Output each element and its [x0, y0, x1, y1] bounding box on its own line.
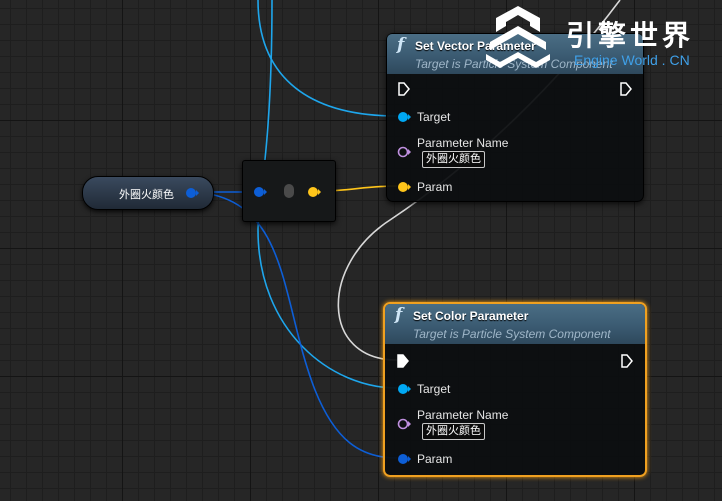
exec-output-pin[interactable] [620, 82, 632, 96]
param-pin[interactable] [397, 453, 411, 465]
function-icon: f [397, 35, 405, 55]
parameter-name-label: Parameter Name [417, 136, 509, 150]
color-param-wire [195, 191, 398, 459]
node-subtitle: Target is Particle System Component [413, 327, 611, 341]
param-label: Param [417, 452, 453, 466]
param-label: Param [417, 180, 453, 194]
variable-node[interactable]: 外圈火颜色 [82, 176, 214, 210]
param-pin[interactable] [397, 181, 411, 193]
variable-label: 外圈火颜色 [119, 189, 174, 201]
set-color-parameter-node[interactable]: f Set Color Parameter Target is Particle… [383, 302, 647, 477]
target-label: Target [417, 110, 451, 124]
function-icon: f [395, 305, 403, 325]
conversion-icon [284, 184, 294, 198]
conversion-node[interactable] [242, 160, 336, 222]
engine-world-watermark: 引擎世界 Engine World . CN [478, 2, 722, 76]
parameter-name-input[interactable]: 外圈火颜色 [422, 151, 485, 168]
engine-world-logo-icon [486, 6, 550, 68]
conversion-output-pin[interactable] [307, 186, 321, 198]
watermark-chinese-text: 引擎世界 [566, 20, 695, 51]
watermark-english-text: Engine World . CN [574, 52, 690, 68]
conversion-input-pin[interactable] [253, 186, 267, 198]
exec-output-pin[interactable] [621, 354, 633, 368]
variable-output-pin[interactable] [185, 187, 199, 199]
target-label: Target [417, 382, 451, 396]
exec-input-pin[interactable] [397, 354, 409, 368]
node-title: Set Color Parameter [413, 309, 529, 323]
target-pin[interactable] [397, 111, 411, 123]
target-wire-vector [257, 0, 398, 117]
parameter-name-pin[interactable] [397, 146, 411, 158]
parameter-name-input[interactable]: 外圈火颜色 [422, 423, 485, 440]
node-header: f Set Color Parameter Target is Particle… [385, 304, 645, 344]
exec-input-pin[interactable] [398, 82, 410, 96]
parameter-name-pin[interactable] [397, 418, 411, 430]
parameter-name-label: Parameter Name [417, 408, 509, 422]
target-pin[interactable] [397, 383, 411, 395]
